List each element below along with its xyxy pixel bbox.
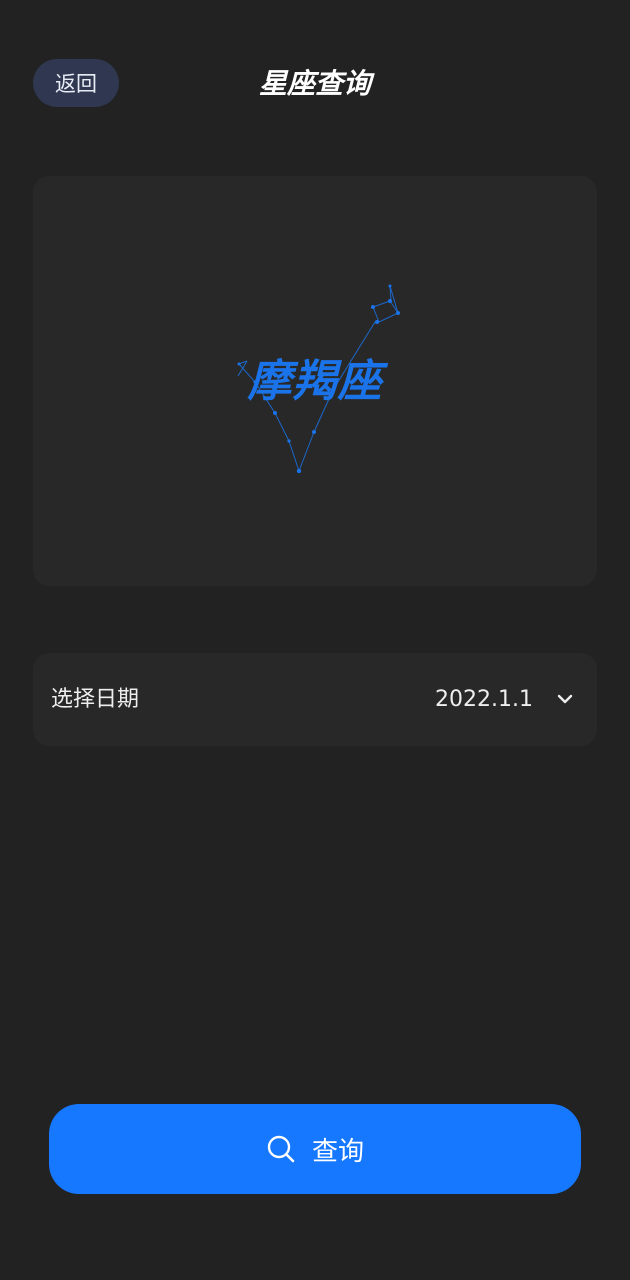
date-picker-label: 选择日期 [51,687,140,712]
date-picker[interactable]: 选择日期 2022.1.1 [33,653,597,746]
search-icon [267,1135,295,1163]
constellation-card: 摩羯座 [33,176,597,586]
page-title: 星座查询 [258,67,371,100]
date-picker-value: 2022.1.1 [435,687,533,712]
zodiac-sign-name: 摩羯座 [247,356,383,407]
query-button[interactable]: 查询 [49,1104,581,1194]
screen: 返回 星座查询 摩羯座 选择日期 2022.1.1 查询 [0,0,630,1280]
query-button-label: 查询 [311,1136,364,1167]
chevron-down-icon [557,694,573,704]
